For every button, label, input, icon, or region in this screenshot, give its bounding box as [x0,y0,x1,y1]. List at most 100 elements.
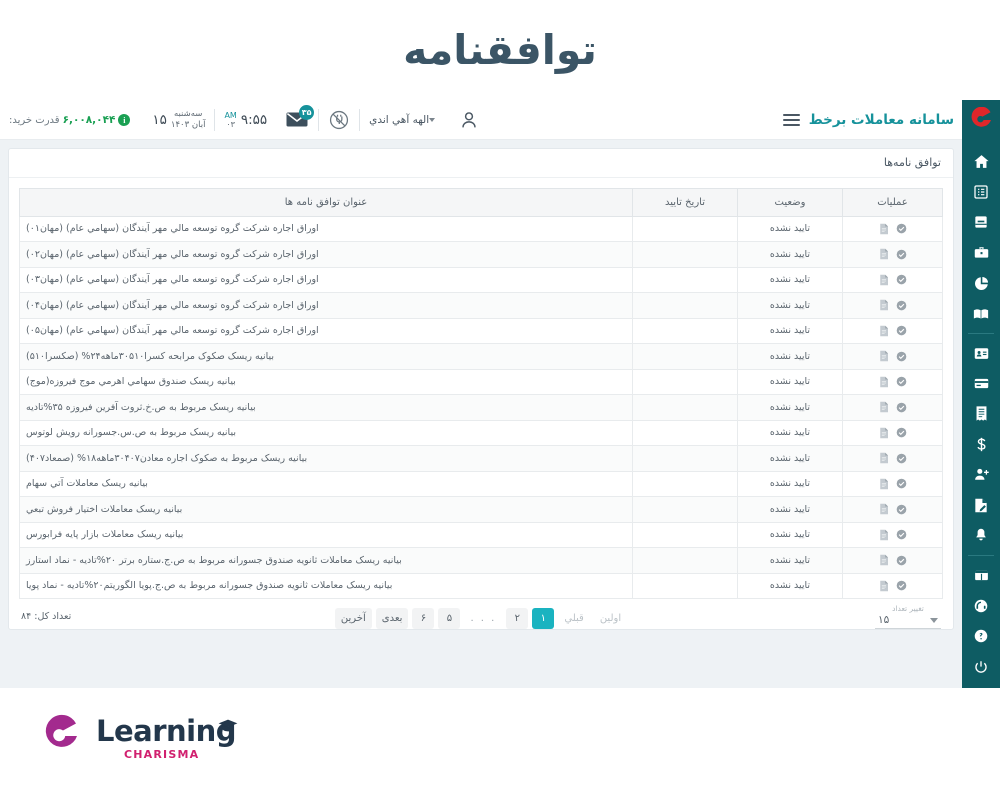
row-title-cell: بيانيه ريسک معاملات اختيار فروش تبعي [19,496,633,523]
row-date-cell [632,470,738,497]
view-document-action-icon[interactable] [879,452,889,464]
headset-support-icon [974,599,988,613]
document-icon [879,580,888,591]
document-icon [879,351,888,362]
pagination-button[interactable]: اولین [594,608,627,629]
divider [318,109,320,131]
view-document-action-icon[interactable] [879,350,889,362]
purchase-power-value: ۶,۰۰۸,۰۴۴ [62,114,116,126]
sidebar-item-bank-card[interactable] [962,368,1000,398]
view-document-action-icon[interactable] [879,299,889,311]
row-operations-cell [842,241,943,268]
approve-action-icon[interactable] [896,453,907,464]
sidebar-item-finance[interactable] [962,429,1000,459]
sidebar-item-home[interactable] [962,146,1000,176]
pagination-button[interactable]: ۲ [506,608,529,629]
view-document-action-icon[interactable] [879,427,889,439]
sidebar-item-portfolio[interactable] [962,237,1000,267]
connection-status-button[interactable] [319,100,359,140]
approve-action-icon[interactable] [896,376,907,387]
rows-per-page-select[interactable]: تغییر تعداد ۱۵ [875,604,941,629]
view-document-action-icon[interactable] [879,529,889,541]
view-document-action-icon[interactable] [879,580,889,592]
sidebar-item-help[interactable] [962,621,1000,651]
sidebar-item-logout[interactable] [962,651,1000,681]
approve-action-icon[interactable] [896,274,907,285]
sidebar-item-dashboard-grid[interactable] [962,560,1000,590]
user-plus-icon [974,469,989,481]
pagination-button: . . . [470,613,497,624]
approve-action-icon[interactable] [896,478,907,489]
view-document-action-icon[interactable] [879,401,889,413]
pagination-button[interactable]: ۵ [438,608,461,629]
column-header-date: تاریخ تایید [632,187,738,217]
agreements-table: عملیات وضعیت تاریخ تایید عنوان توافق نام… [19,187,943,600]
approve-action-icon[interactable] [896,580,907,591]
user-menu[interactable]: الهه آهي اندي [360,100,449,140]
row-status-cell: تایید نشده [737,343,843,370]
sidebar-item-reports[interactable] [962,268,1000,298]
row-status-cell: تایید نشده [737,266,843,293]
document-icon [879,325,888,336]
row-operations-cell [842,343,943,370]
sidebar-item-book[interactable] [962,207,1000,237]
approve-action-icon[interactable] [896,351,907,362]
view-document-action-icon[interactable] [879,274,889,286]
pie-chart-icon [974,276,988,290]
view-document-action-icon[interactable] [879,478,889,490]
approve-action-icon[interactable] [896,555,907,566]
brand-title: سامانه معاملات برخط [808,112,954,128]
row-operations-cell [842,266,943,293]
sidebar-item-support[interactable] [962,591,1000,621]
row-date-cell [632,215,738,242]
approve-action-icon[interactable] [896,223,907,234]
book-icon [975,216,987,228]
pagination-button[interactable]: آخرین [334,608,372,629]
view-document-action-icon[interactable] [879,325,889,337]
sidebar-item-receipts[interactable] [962,399,1000,429]
pagination-button[interactable]: ۱ [532,608,555,629]
approve-action-icon[interactable] [896,427,907,438]
pagination-button[interactable]: قبلي [558,608,589,629]
view-document-action-icon[interactable] [879,376,889,388]
approve-action-icon[interactable] [896,529,907,540]
approve-action-icon[interactable] [896,300,907,311]
approve-action-icon[interactable] [896,249,907,260]
open-book-icon [973,308,989,319]
sidebar-item-edit-document[interactable] [962,490,1000,520]
sidebar-item-add-user[interactable] [962,460,1000,490]
row-date-cell [632,521,738,548]
view-document-action-icon[interactable] [879,554,889,566]
row-date-cell [632,368,738,395]
pagination-button[interactable]: بعدی [375,608,409,629]
approve-action-icon[interactable] [896,504,907,515]
row-title-cell: بيانيه ريسک مربوط به صکوک اجاره معادن۳۰۴… [19,445,633,472]
table-row: تایید نشده اوراق اجاره شرکت گروه توسعه ما… [19,215,943,242]
table-row: تایید نشده بيانيه ريسک معاملات اختيار فرو… [19,496,943,523]
row-status-cell: تایید نشده [737,292,843,319]
messages-button[interactable]: ۳۵ [276,100,318,140]
sidebar-item-profile-card[interactable] [962,338,1000,368]
row-date-cell [632,343,738,370]
receipt-icon [976,406,986,422]
approve-action-icon[interactable] [896,325,907,336]
date-day-number: ۱۵ [152,112,167,128]
date-display: سه‌شنبه آبان ۱۴۰۳ ۱۵ [143,100,214,140]
sidebar-item-education[interactable] [962,298,1000,328]
row-operations-cell [842,317,943,344]
table-row: تایید نشده بيانيه ريسک صندوق سهامي اهرمي … [19,368,943,395]
agreements-card: توافق نامه‌ها عملیات وضعیت تاریخ تایید ع… [8,148,954,630]
view-document-action-icon[interactable] [879,223,889,235]
user-avatar[interactable] [449,100,489,140]
row-operations-cell [842,470,943,497]
row-status-cell: تایید نشده [737,496,843,523]
pagination-button[interactable]: ۶ [412,608,435,629]
hamburger-icon[interactable] [782,114,800,126]
approve-action-icon[interactable] [896,402,907,413]
view-document-action-icon[interactable] [879,503,889,515]
sidebar-item-list[interactable] [962,176,1000,206]
row-status-cell: تایید نشده [737,241,843,268]
view-document-action-icon[interactable] [879,248,889,260]
sidebar-item-alerts[interactable] [962,521,1000,551]
chevron-down-icon [930,617,938,623]
